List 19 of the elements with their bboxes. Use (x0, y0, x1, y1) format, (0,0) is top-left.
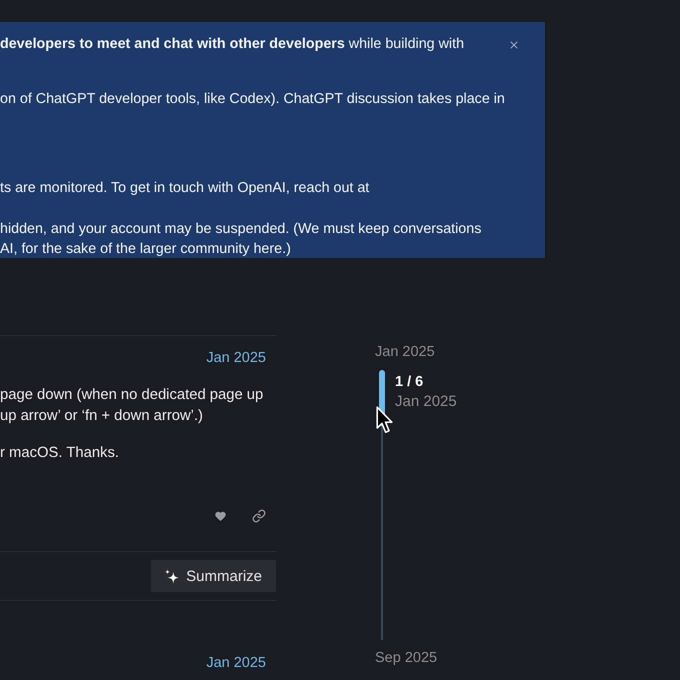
post-paragraph: r macOS. Thanks. (0, 444, 119, 463)
timeline-position-date: Jan 2025 (395, 392, 457, 412)
banner-paragraph: ts are monitored. To get in touch with OpenAI, reach out at (0, 179, 370, 198)
timeline-end-date[interactable]: Sep 2025 (375, 649, 438, 667)
summarize-button[interactable]: Summarize (151, 560, 276, 592)
banner-paragraph: hidden, and your account may be suspended. (We must keep conversations AI, for the sake of the larger community here.) (0, 220, 482, 259)
post-date[interactable]: Jan 2025 (206, 654, 266, 672)
link-icon (252, 509, 266, 523)
timeline-start-date[interactable]: Jan 2025 (375, 343, 435, 361)
mouse-pointer-icon (376, 406, 393, 434)
heart-icon (214, 510, 226, 522)
close-icon (508, 39, 520, 51)
close-button[interactable] (508, 39, 520, 51)
banner-paragraph: developers to meet and chat with other developers while building with (0, 35, 464, 54)
post-date[interactable]: Jan 2025 (206, 349, 266, 367)
timeline-position: 1 / 6 (395, 373, 424, 391)
post-paragraph: page down (when no dedicated page up up arrow’ or ‘fn + down arrow’.) (0, 386, 264, 426)
sparkle-icon (165, 568, 180, 584)
banner-paragraph: on of ChatGPT developer tools, like Codex). ChatGPT discussion takes place in (0, 90, 505, 109)
